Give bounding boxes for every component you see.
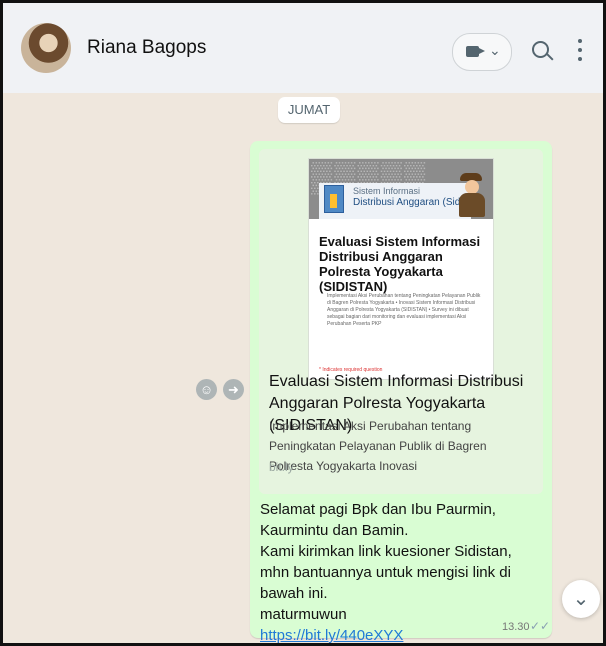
message-actions: ☺ ➜ <box>196 379 246 401</box>
preview-thumbnail[interactable]: ▒▒▒▒▒ Sistem Informasi Distribusi Anggar… <box>309 159 493 379</box>
contact-name[interactable]: Riana Bagops <box>87 37 206 59</box>
menu-icon[interactable] <box>578 39 582 63</box>
link-description: Implementasi Aksi Perubahan tentang Peni… <box>269 419 487 473</box>
link-preview[interactable]: ▒▒▒▒▒ Sistem Informasi Distribusi Anggar… <box>259 149 543 494</box>
video-call-icon <box>466 46 485 57</box>
thumbnail-bullets: Implementasi Aksi Perubahan tentang Peni… <box>327 293 481 327</box>
chart-icon <box>324 185 344 213</box>
date-chip: JUMAT <box>278 97 340 123</box>
message-link[interactable]: https://bit.ly/440eXYX <box>260 627 403 643</box>
read-receipt-icon: ✓✓ <box>530 619 551 633</box>
message-time: 13.30 <box>502 621 530 633</box>
forward-icon[interactable]: ➜ <box>223 379 244 400</box>
message-line: Selamat pagi Bpk dan Ibu Paurmin, Kaurmi… <box>260 501 496 539</box>
link-domain: bit.ly <box>269 460 294 474</box>
whatsapp-chat-window: Riana Bagops ⌄ JUMAT ☺ ➜ ▒▒▒▒▒ Sistem In… <box>0 0 606 646</box>
preview-banner: ▒▒▒▒▒ Sistem Informasi Distribusi Anggar… <box>309 159 493 219</box>
chat-header: Riana Bagops ⌄ <box>3 3 603 94</box>
thumbnail-title: Evaluasi Sistem Informasi Distribusi Ang… <box>319 234 481 294</box>
search-icon[interactable] <box>532 41 549 58</box>
banner-title: Sistem Informasi <box>353 186 421 196</box>
scroll-down-button[interactable]: ⌄ <box>562 580 600 618</box>
dropdown-icon: ⌄ <box>489 42 501 58</box>
officer-icon <box>455 173 487 217</box>
outgoing-message-bubble: ▒▒▒▒▒ Sistem Informasi Distribusi Anggar… <box>250 141 552 643</box>
reaction-icon[interactable]: ☺ <box>196 379 217 400</box>
avatar[interactable] <box>21 23 71 73</box>
video-call-button[interactable]: ⌄ <box>452 33 512 71</box>
message-line: Kami kirimkan link kuesioner Sidistan, m… <box>260 543 512 602</box>
